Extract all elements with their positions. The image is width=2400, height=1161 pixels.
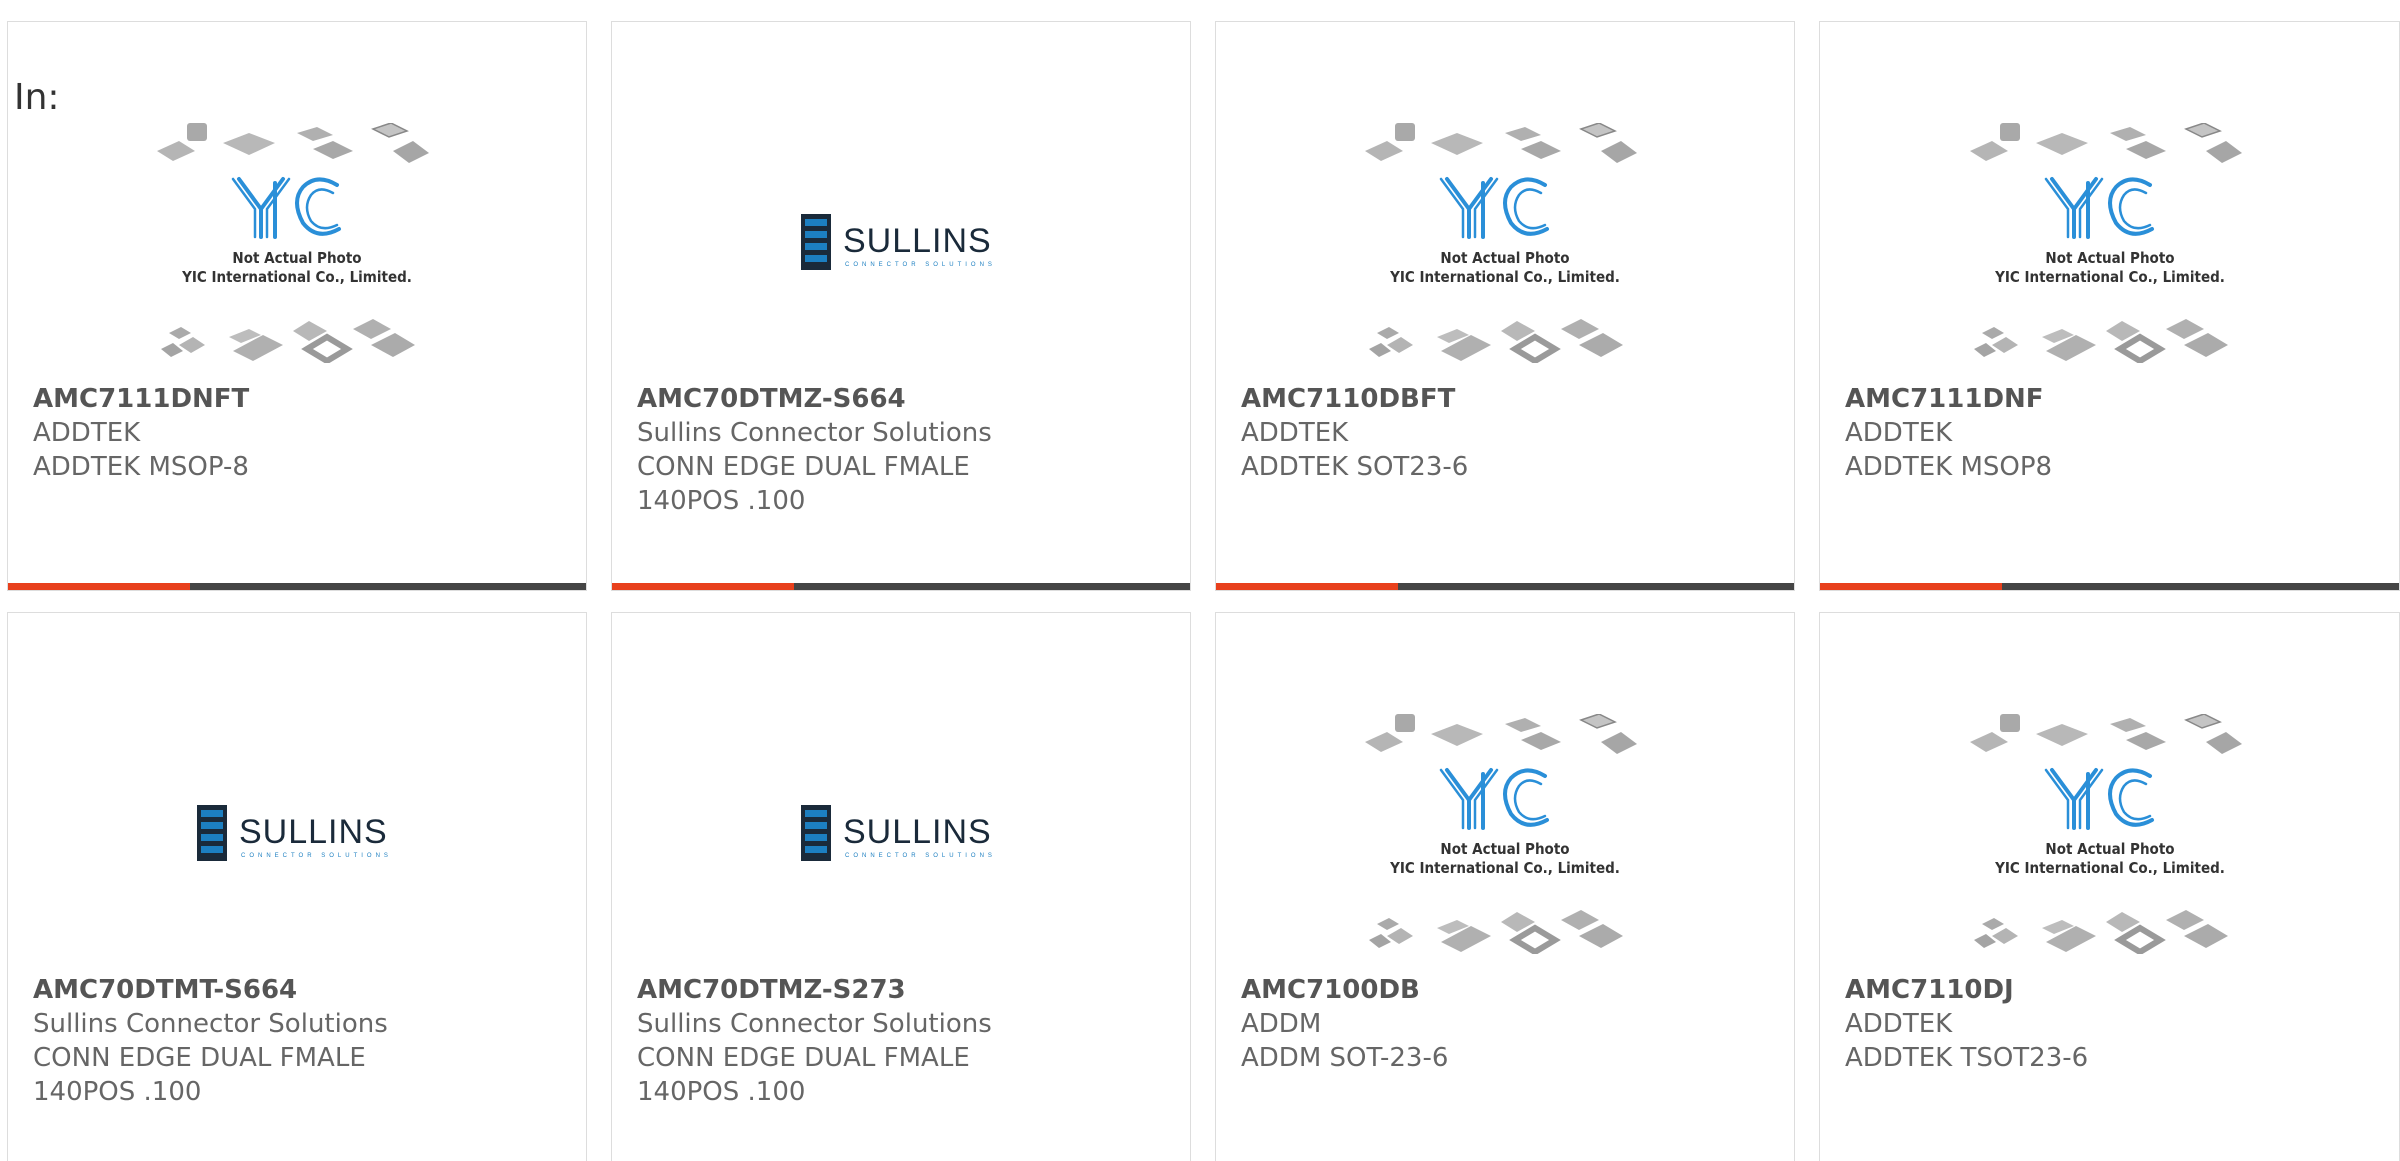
part-number[interactable]: AMC70DTMZ-S664 bbox=[637, 382, 1170, 416]
product-image[interactable]: Not Actual Photo YIC International Co., … bbox=[1820, 108, 2399, 378]
yic-placeholder-image: Not Actual Photo YIC International Co., … bbox=[1365, 123, 1645, 363]
card-accent bbox=[8, 583, 190, 590]
product-card[interactable]: Not Actual Photo YIC International Co., … bbox=[1215, 21, 1795, 591]
svg-text:YIC International Co., Limited: YIC International Co., Limited. bbox=[181, 268, 412, 286]
product-image[interactable]: Not Actual Photo YIC International Co., … bbox=[1216, 108, 1794, 378]
svg-text:Not Actual Photo: Not Actual Photo bbox=[2045, 249, 2174, 267]
manufacturer: ADDTEK bbox=[33, 418, 141, 448]
svg-text:YIC International Co., Limited: YIC International Co., Limited. bbox=[1994, 268, 2225, 286]
description: ADDTEK TSOT23-6 bbox=[1845, 1043, 2089, 1073]
card-bottom-bar bbox=[612, 583, 1190, 590]
description: ADDTEK MSOP-8 bbox=[33, 452, 249, 482]
manufacturer: ADDTEK bbox=[1845, 418, 1953, 448]
description: CONN EDGE DUAL FMALE 140POS .100 bbox=[637, 1043, 970, 1107]
product-image[interactable]: SULLINS CONNECTOR SOLUTIONS bbox=[8, 699, 586, 969]
part-number[interactable]: AMC7100DB bbox=[1241, 973, 1774, 1007]
product-image[interactable]: SULLINS CONNECTOR SOLUTIONS bbox=[612, 108, 1190, 378]
product-card[interactable]: Not Actual Photo YIC International Co., … bbox=[1819, 612, 2400, 1161]
product-card[interactable]: SULLINS CONNECTOR SOLUTIONS AMC70DTMZ-S6… bbox=[611, 21, 1191, 591]
svg-text:YIC International Co., Limited: YIC International Co., Limited. bbox=[1994, 859, 2225, 877]
product-card[interactable]: SULLINS CONNECTOR SOLUTIONS AMC70DTMT-S6… bbox=[7, 612, 587, 1161]
card-bottom-bar bbox=[1820, 583, 2399, 590]
part-number[interactable]: AMC70DTMT-S664 bbox=[33, 973, 566, 1007]
product-card[interactable]: Not Actual Photo YIC International Co., … bbox=[1819, 21, 2400, 591]
part-number[interactable]: AMC7111DNF bbox=[1845, 382, 2379, 416]
description: CONN EDGE DUAL FMALE 140POS .100 bbox=[33, 1043, 366, 1107]
product-card[interactable]: In: Not Actual Photo YIC International C… bbox=[7, 21, 587, 591]
description: CONN EDGE DUAL FMALE 140POS .100 bbox=[637, 452, 970, 516]
svg-text:CONNECTOR SOLUTIONS: CONNECTOR SOLUTIONS bbox=[845, 262, 996, 268]
yic-placeholder-image: Not Actual Photo YIC International Co., … bbox=[157, 123, 437, 363]
card-bottom-bar bbox=[8, 583, 586, 590]
product-image[interactable]: Not Actual Photo YIC International Co., … bbox=[1216, 699, 1794, 969]
filter-prefix-label: In: bbox=[14, 77, 60, 118]
card-accent bbox=[1216, 583, 1398, 590]
manufacturer: Sullins Connector Solutions bbox=[637, 418, 992, 448]
card-bottom-bar bbox=[1216, 583, 1794, 590]
product-card[interactable]: Not Actual Photo YIC International Co., … bbox=[1215, 612, 1795, 1161]
svg-text:CONNECTOR SOLUTIONS: CONNECTOR SOLUTIONS bbox=[241, 853, 392, 859]
sullins-logo: SULLINS CONNECTOR SOLUTIONS bbox=[801, 805, 996, 861]
yic-placeholder-image: Not Actual Photo YIC International Co., … bbox=[1970, 714, 2250, 954]
svg-text:YIC International Co., Limited: YIC International Co., Limited. bbox=[1389, 859, 1620, 877]
svg-text:Not Actual Photo: Not Actual Photo bbox=[1440, 249, 1569, 267]
svg-text:Not Actual Photo: Not Actual Photo bbox=[232, 249, 361, 267]
part-number[interactable]: AMC7110DJ bbox=[1845, 973, 2379, 1007]
yic-placeholder-image: Not Actual Photo YIC International Co., … bbox=[1365, 714, 1645, 954]
description: ADDM SOT-23-6 bbox=[1241, 1043, 1449, 1073]
manufacturer: ADDTEK bbox=[1241, 418, 1349, 448]
manufacturer: Sullins Connector Solutions bbox=[637, 1009, 992, 1039]
svg-text:SULLINS: SULLINS bbox=[843, 813, 992, 851]
svg-text:Not Actual Photo: Not Actual Photo bbox=[2045, 840, 2174, 858]
product-image[interactable]: Not Actual Photo YIC International Co., … bbox=[1820, 699, 2399, 969]
product-image[interactable]: Not Actual Photo YIC International Co., … bbox=[8, 108, 586, 378]
svg-text:Not Actual Photo: Not Actual Photo bbox=[1440, 840, 1569, 858]
part-number[interactable]: AMC7110DBFT bbox=[1241, 382, 1774, 416]
svg-text:SULLINS: SULLINS bbox=[239, 813, 388, 851]
product-grid: In: Not Actual Photo YIC International C… bbox=[0, 0, 2400, 1161]
manufacturer: ADDM bbox=[1241, 1009, 1322, 1039]
description: ADDTEK MSOP8 bbox=[1845, 452, 2053, 482]
svg-text:YIC International Co., Limited: YIC International Co., Limited. bbox=[1389, 268, 1620, 286]
svg-text:SULLINS: SULLINS bbox=[843, 222, 992, 260]
svg-text:CONNECTOR SOLUTIONS: CONNECTOR SOLUTIONS bbox=[845, 853, 996, 859]
description: ADDTEK SOT23-6 bbox=[1241, 452, 1469, 482]
yic-placeholder-image: Not Actual Photo YIC International Co., … bbox=[1970, 123, 2250, 363]
card-accent bbox=[612, 583, 794, 590]
sullins-logo: SULLINS CONNECTOR SOLUTIONS bbox=[197, 805, 392, 861]
part-number[interactable]: AMC70DTMZ-S273 bbox=[637, 973, 1170, 1007]
manufacturer: ADDTEK bbox=[1845, 1009, 1953, 1039]
sullins-logo: SULLINS CONNECTOR SOLUTIONS bbox=[801, 214, 996, 270]
product-card[interactable]: SULLINS CONNECTOR SOLUTIONS AMC70DTMZ-S2… bbox=[611, 612, 1191, 1161]
manufacturer: Sullins Connector Solutions bbox=[33, 1009, 388, 1039]
card-accent bbox=[1820, 583, 2002, 590]
product-image[interactable]: SULLINS CONNECTOR SOLUTIONS bbox=[612, 699, 1190, 969]
part-number[interactable]: AMC7111DNFT bbox=[33, 382, 566, 416]
